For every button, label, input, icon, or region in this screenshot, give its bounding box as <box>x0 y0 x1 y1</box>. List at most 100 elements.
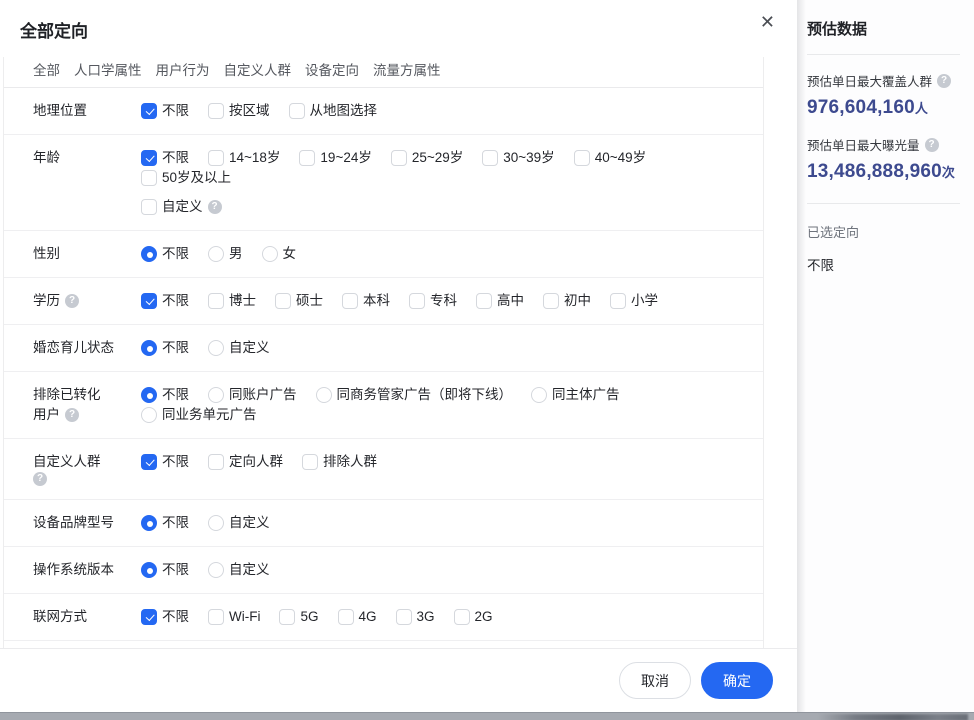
help-icon[interactable]: ? <box>208 200 222 214</box>
option-checkbox[interactable]: 30~39岁 <box>482 148 554 168</box>
option-checkbox[interactable]: 自定义? <box>141 197 222 217</box>
estimate-panel-title: 预估数据 <box>807 0 960 39</box>
option-radio[interactable]: 男 <box>208 244 243 264</box>
checkbox-icon <box>574 150 590 166</box>
option-checkbox[interactable]: 博士 <box>208 291 256 311</box>
option-checkbox[interactable]: 初中 <box>543 291 591 311</box>
option-checkbox[interactable]: 4G <box>338 607 377 627</box>
help-icon[interactable]: ? <box>33 472 47 486</box>
option-label: 男 <box>229 244 243 264</box>
option-checkbox[interactable]: 不限 <box>141 607 189 627</box>
help-icon[interactable]: ? <box>65 294 79 308</box>
option-label: 不限 <box>162 244 189 264</box>
help-icon[interactable]: ? <box>65 408 79 422</box>
row-options: 不限自定义 <box>141 338 753 358</box>
row-label-text: 排除已转化 <box>33 385 101 405</box>
category-tab[interactable]: 设备定向 <box>305 59 359 79</box>
option-checkbox[interactable]: 从地图选择 <box>289 101 378 121</box>
help-icon[interactable]: ? <box>925 138 939 152</box>
metric-label-row: 预估单日最大覆盖人群? <box>807 71 960 90</box>
row-options: 不限按区域 从地图选择 <box>141 101 753 121</box>
option-radio[interactable]: 同主体广告 <box>531 385 620 405</box>
close-icon[interactable]: ✕ <box>760 13 775 31</box>
option-checkbox[interactable]: 定向人群 <box>208 452 283 472</box>
category-tab[interactable]: 人口学属性 <box>74 59 142 79</box>
option-checkbox[interactable]: 25~29岁 <box>391 148 463 168</box>
checkbox-checked-icon <box>141 293 157 309</box>
option-radio[interactable]: 同账户广告 <box>208 385 297 405</box>
option-label: 女 <box>283 244 297 264</box>
option-radio[interactable]: 自定义 <box>208 338 270 358</box>
option-radio[interactable]: 不限 <box>141 338 189 358</box>
category-tab[interactable]: 全部 <box>33 59 60 79</box>
option-label: 博士 <box>229 291 256 311</box>
option-label: 2G <box>475 607 493 627</box>
checkbox-icon <box>409 293 425 309</box>
option-checkbox[interactable]: 不限 <box>141 291 189 311</box>
row-label-line: 学历? <box>33 291 141 311</box>
category-tab[interactable]: 流量方属性 <box>373 59 441 79</box>
modal-title: 全部定向 <box>20 17 88 42</box>
option-checkbox[interactable]: 按区域 <box>208 101 270 121</box>
checkbox-icon <box>208 103 224 119</box>
category-tab[interactable]: 用户行为 <box>156 59 210 79</box>
row-options: 不限 14~18岁 19~24岁 25~29岁 30~39岁 40~49岁 50岁及以上自定… <box>141 148 753 217</box>
option-checkbox[interactable]: 2G <box>454 607 493 627</box>
option-radio[interactable]: 不限 <box>141 385 189 405</box>
option-radio[interactable]: 自定义 <box>208 513 270 533</box>
option-radio[interactable]: 不限 <box>141 560 189 580</box>
option-checkbox[interactable]: 高中 <box>476 291 524 311</box>
option-checkbox[interactable]: 硕士 <box>275 291 323 311</box>
option-label: Wi-Fi <box>229 607 260 627</box>
row-label-text: 自定义人群 <box>33 452 101 472</box>
option-checkbox[interactable]: 14~18岁 <box>208 148 280 168</box>
radio-icon <box>316 387 332 403</box>
targeting-row: 设备价格不限4500元以上3500~4500元2500~3500元1500~25… <box>4 641 763 648</box>
row-label-line: 操作系统版本 <box>33 560 141 580</box>
metric-item: 预估单日最大曝光量?13,486,888,960次 <box>807 135 960 183</box>
screen: 预估数据 预估单日最大覆盖人群?976,604,160人预估单日最大曝光量?13… <box>0 0 974 720</box>
option-label: 高中 <box>497 291 524 311</box>
option-checkbox[interactable]: 小学 <box>610 291 658 311</box>
checkbox-icon <box>208 454 224 470</box>
checkbox-checked-icon <box>141 454 157 470</box>
panel-divider <box>807 54 960 55</box>
radio-checked-icon <box>141 562 157 578</box>
cancel-button[interactable]: 取消 <box>619 662 691 699</box>
option-radio[interactable]: 同商务管家广告（即将下线） <box>316 385 513 405</box>
row-options: 不限 Wi-Fi 5G 4G 3G 2G <box>141 607 753 627</box>
option-checkbox[interactable]: 5G <box>279 607 318 627</box>
option-line: 不限自定义 <box>141 560 753 580</box>
option-checkbox[interactable]: Wi-Fi <box>208 607 260 627</box>
radio-icon <box>208 340 224 356</box>
option-radio[interactable]: 同业务单元广告 <box>141 405 257 425</box>
row-label-line: 自定义人群 <box>33 452 141 472</box>
row-label-text: 年龄 <box>33 148 60 168</box>
option-checkbox[interactable]: 50岁及以上 <box>141 168 231 188</box>
option-label: 19~24岁 <box>320 148 371 168</box>
option-radio[interactable]: 自定义 <box>208 560 270 580</box>
option-label: 从地图选择 <box>310 101 378 121</box>
option-line: 不限 14~18岁 19~24岁 25~29岁 30~39岁 40~49岁 50岁及以上 <box>141 148 753 188</box>
help-icon[interactable]: ? <box>937 74 951 88</box>
option-checkbox[interactable]: 不限 <box>141 148 189 168</box>
option-checkbox[interactable]: 40~49岁 <box>574 148 646 168</box>
option-radio[interactable]: 不限 <box>141 244 189 264</box>
confirm-button[interactable]: 确定 <box>701 662 773 699</box>
metrics-list: 预估单日最大覆盖人群?976,604,160人预估单日最大曝光量?13,486,… <box>807 71 960 183</box>
row-options: 不限自定义 <box>141 560 753 580</box>
option-checkbox[interactable]: 排除人群 <box>302 452 377 472</box>
option-checkbox[interactable]: 3G <box>396 607 435 627</box>
option-radio[interactable]: 女 <box>262 244 297 264</box>
option-label: 同账户广告 <box>229 385 297 405</box>
option-checkbox[interactable]: 本科 <box>342 291 390 311</box>
option-checkbox[interactable]: 不限 <box>141 101 189 121</box>
option-checkbox[interactable]: 不限 <box>141 452 189 472</box>
category-tab[interactable]: 自定义人群 <box>224 59 292 79</box>
option-checkbox[interactable]: 19~24岁 <box>299 148 371 168</box>
option-line: 不限 同账户广告同商务管家广告（即将下线） 同主体广告同业务单元广告 <box>141 385 753 425</box>
metric-unit: 次 <box>942 165 955 180</box>
option-checkbox[interactable]: 专科 <box>409 291 457 311</box>
radio-icon <box>208 387 224 403</box>
option-radio[interactable]: 不限 <box>141 513 189 533</box>
